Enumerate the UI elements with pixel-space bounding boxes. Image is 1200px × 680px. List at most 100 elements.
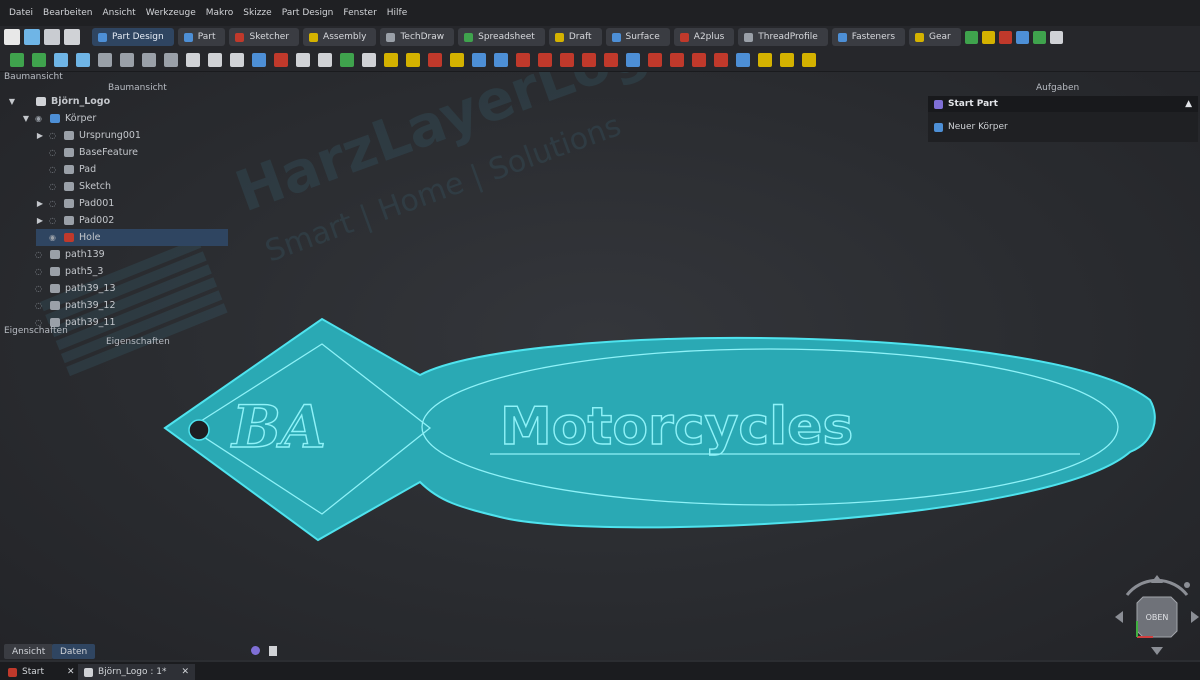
- expand-arrow-icon[interactable]: ▼: [8, 97, 16, 106]
- toolbar-icon[interactable]: [626, 52, 640, 67]
- tree-item[interactable]: ▶ ◌ Ursprung001: [36, 127, 228, 144]
- doc-tab-start[interactable]: Start ✕: [2, 664, 81, 680]
- tree-item[interactable]: ◌ path39_13: [22, 280, 228, 297]
- toolbar-icon[interactable]: [406, 52, 420, 67]
- toolbar-icon[interactable]: [998, 30, 1012, 44]
- tab-data[interactable]: Daten: [52, 644, 96, 659]
- toolbar-icon[interactable]: [538, 52, 552, 67]
- toolbar-icon[interactable]: [252, 52, 266, 67]
- menu-bearbeiten[interactable]: Bearbeiten: [38, 8, 97, 18]
- toolbar-icon[interactable]: [428, 52, 442, 67]
- toolbar-icon[interactable]: [736, 52, 750, 67]
- toolbar-icon[interactable]: [340, 52, 354, 67]
- toolbar-icon[interactable]: [120, 52, 134, 67]
- toolbar-icon[interactable]: [186, 52, 200, 67]
- menu-skizze[interactable]: Skizze: [238, 8, 276, 18]
- toolbar-icon[interactable]: [981, 30, 995, 44]
- tree-item[interactable]: ▼ Björn_Logo: [8, 93, 228, 110]
- navigation-cube[interactable]: OBEN: [1115, 575, 1199, 655]
- tree-item[interactable]: ◌ path139: [22, 246, 228, 263]
- toolbar-icon[interactable]: [54, 52, 68, 67]
- toolbar-icon[interactable]: [582, 52, 596, 67]
- workbench-tab-techdraw[interactable]: TechDraw: [380, 28, 455, 46]
- new-file-icon[interactable]: [4, 29, 20, 45]
- visibility-eye-icon[interactable]: ◌: [35, 267, 45, 276]
- workbench-tab-spreadsheet[interactable]: Spreadsheet: [458, 28, 545, 46]
- workbench-tab-part[interactable]: Part: [177, 28, 226, 46]
- toolbar-icon[interactable]: [10, 52, 24, 67]
- toolbar-icon[interactable]: [450, 52, 464, 67]
- expand-arrow-icon[interactable]: ▶: [36, 216, 44, 225]
- expand-arrow-icon[interactable]: ▶: [36, 199, 44, 208]
- tab-view[interactable]: Ansicht: [4, 644, 54, 659]
- workbench-tab-a2plus[interactable]: A2plus: [673, 28, 735, 46]
- tree-item[interactable]: ◌ Pad: [36, 161, 228, 178]
- visibility-eye-icon[interactable]: ◉: [49, 233, 59, 242]
- toolbar-icon[interactable]: [560, 52, 574, 67]
- toolbar-icon[interactable]: [296, 52, 310, 67]
- toolbar-icon[interactable]: [516, 52, 530, 67]
- menu-hilfe[interactable]: Hilfe: [382, 8, 412, 18]
- toolbar-icon[interactable]: [274, 52, 288, 67]
- toolbar-icon[interactable]: [758, 52, 772, 67]
- tree-item[interactable]: ◉ Hole: [36, 229, 228, 246]
- expand-arrow-icon[interactable]: ▼: [22, 114, 30, 123]
- toolbar-icon[interactable]: [1015, 30, 1029, 44]
- workbench-tab-surface[interactable]: Surface: [605, 28, 670, 46]
- close-icon[interactable]: ✕: [67, 667, 75, 677]
- python-console-icon[interactable]: [251, 646, 260, 655]
- toolbar-icon[interactable]: [32, 52, 46, 67]
- workbench-tab-sketcher[interactable]: Sketcher: [229, 28, 300, 46]
- visibility-eye-icon[interactable]: ◌: [49, 165, 59, 174]
- toolbar-icon[interactable]: [648, 52, 662, 67]
- menu-fenster[interactable]: Fenster: [338, 8, 381, 18]
- tree-item[interactable]: ◌ path39_12: [22, 297, 228, 314]
- visibility-eye-icon[interactable]: ◌: [49, 148, 59, 157]
- toolbar-icon[interactable]: [1049, 30, 1063, 44]
- workbench-tab-assembly[interactable]: Assembly: [303, 28, 377, 46]
- toolbar-icon[interactable]: [230, 52, 244, 67]
- toolbar-icon[interactable]: [802, 52, 816, 67]
- save-icon[interactable]: [44, 29, 60, 45]
- toolbar-icon[interactable]: [472, 52, 486, 67]
- workbench-tab-draft[interactable]: Draft: [548, 28, 602, 46]
- toolbar-icon[interactable]: [780, 52, 794, 67]
- toolbar-icon[interactable]: [384, 52, 398, 67]
- arrow-up-icon[interactable]: [1151, 575, 1163, 583]
- doc-tab-bjorn-logo[interactable]: Björn_Logo : 1* ✕: [78, 664, 196, 680]
- expand-arrow-icon[interactable]: ▶: [36, 131, 44, 140]
- toolbar-icon[interactable]: [494, 52, 508, 67]
- visibility-eye-icon[interactable]: ◌: [49, 199, 59, 208]
- visibility-eye-icon[interactable]: ◉: [35, 114, 45, 123]
- report-view-icon[interactable]: [269, 646, 277, 656]
- toolbar-icon[interactable]: [604, 52, 618, 67]
- arrow-left-icon[interactable]: [1115, 611, 1123, 623]
- tree-item[interactable]: ▶ ◌ Pad001: [36, 195, 228, 212]
- toolbar-icon[interactable]: [670, 52, 684, 67]
- close-icon[interactable]: ✕: [182, 667, 190, 677]
- menu-ansicht[interactable]: Ansicht: [97, 8, 140, 18]
- new-body-task[interactable]: Neuer Körper: [934, 122, 1008, 132]
- visibility-eye-icon[interactable]: ◌: [35, 250, 45, 259]
- menu-makro[interactable]: Makro: [201, 8, 239, 18]
- toolbar-icon[interactable]: [1032, 30, 1046, 44]
- tree-item[interactable]: ▶ ◌ Pad002: [36, 212, 228, 229]
- tasks-section-header[interactable]: Start Part ▲: [928, 96, 1198, 112]
- visibility-eye-icon[interactable]: ◌: [35, 301, 45, 310]
- visibility-eye-icon[interactable]: ◌: [49, 182, 59, 191]
- toolbar-icon[interactable]: [318, 52, 332, 67]
- menu-werkzeuge[interactable]: Werkzeuge: [141, 8, 201, 18]
- navcube-menu-icon[interactable]: [1184, 582, 1190, 588]
- tree-item[interactable]: ◌ path5_3: [22, 263, 228, 280]
- visibility-eye-icon[interactable]: ◌: [49, 216, 59, 225]
- tree-item[interactable]: ◌ BaseFeature: [36, 144, 228, 161]
- arrow-right-icon[interactable]: [1191, 611, 1199, 623]
- toolbar-icon[interactable]: [714, 52, 728, 67]
- toolbar-icon[interactable]: [362, 52, 376, 67]
- toolbar-icon[interactable]: [142, 52, 156, 67]
- workbench-tab-gear[interactable]: Gear: [909, 28, 961, 46]
- toolbar-icon[interactable]: [964, 30, 978, 44]
- collapse-icon[interactable]: ▲: [1185, 99, 1192, 109]
- visibility-eye-icon[interactable]: ◌: [49, 131, 59, 140]
- tree-item[interactable]: ▼ ◉ Körper: [22, 110, 228, 127]
